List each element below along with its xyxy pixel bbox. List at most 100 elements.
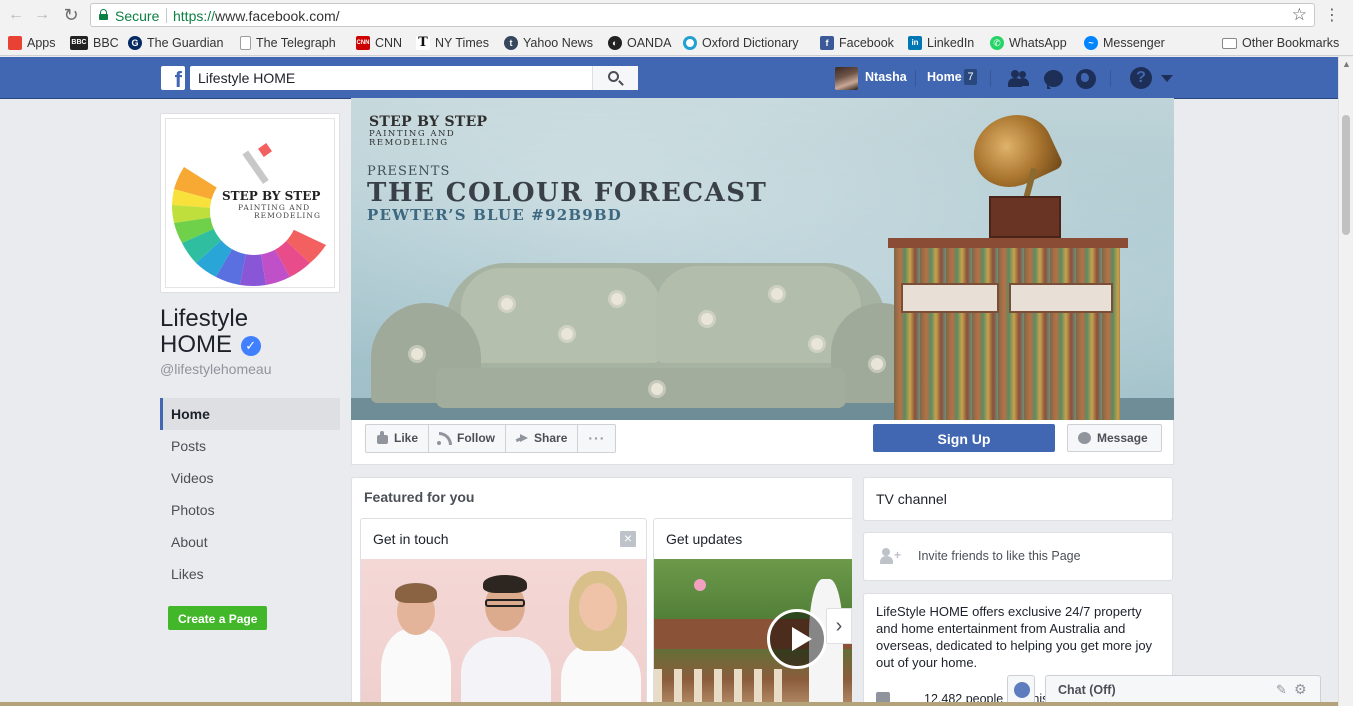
close-icon[interactable]: × bbox=[620, 531, 636, 547]
sidebar-item-about[interactable]: About bbox=[160, 526, 340, 558]
notifications-globe-icon[interactable] bbox=[1075, 68, 1097, 90]
facebook-icon: f bbox=[820, 36, 834, 50]
forward-arrow-icon[interactable]: → bbox=[33, 6, 51, 24]
page-scrollbar[interactable]: ▲ bbox=[1338, 57, 1353, 706]
sign-up-button[interactable]: Sign Up bbox=[873, 424, 1055, 452]
carousel-next-arrow-icon[interactable]: › bbox=[826, 608, 852, 644]
sofa-flower bbox=[611, 293, 623, 305]
gramophone-box bbox=[989, 196, 1061, 238]
featured-card-get-in-touch[interactable]: Get in touch × bbox=[360, 518, 647, 705]
home-link[interactable]: Home bbox=[927, 70, 962, 84]
more-options-button[interactable]: ··· bbox=[578, 425, 615, 452]
scrollbar-thumb[interactable] bbox=[1342, 115, 1350, 235]
sidebar-item-videos[interactable]: Videos bbox=[160, 462, 340, 494]
like-label: Like bbox=[394, 431, 419, 445]
page-profile-picture[interactable]: STEP BY STEP PAINTING AND REMODELING bbox=[160, 113, 340, 293]
sidebar-item-photos[interactable]: Photos bbox=[160, 494, 340, 526]
whatsapp-icon: ✆ bbox=[990, 36, 1004, 50]
bookmark-apps[interactable]: Apps bbox=[8, 35, 56, 51]
address-bar[interactable]: Secure https://www.facebook.com/ ☆ bbox=[90, 3, 1315, 27]
search-button[interactable] bbox=[592, 66, 638, 90]
bookmark-yahoo-news[interactable]: t Yahoo News bbox=[504, 35, 593, 51]
rose-flower bbox=[694, 579, 706, 591]
person-middle bbox=[461, 637, 551, 705]
about-description: LifeStyle HOME offers exclusive 24/7 pro… bbox=[876, 604, 1153, 670]
card-title: Get updates bbox=[666, 531, 743, 547]
bookmark-star-icon[interactable]: ☆ bbox=[1292, 5, 1307, 25]
like-button[interactable]: Like bbox=[366, 425, 430, 452]
create-page-button[interactable]: Create a Page bbox=[168, 606, 268, 630]
reload-icon[interactable]: ↻ bbox=[62, 6, 80, 24]
bookmark-cnn[interactable]: CNN CNN bbox=[356, 35, 402, 51]
url-protocol: https:// bbox=[173, 8, 216, 24]
page-icon bbox=[240, 36, 251, 50]
verified-badge-icon: ✓ bbox=[240, 336, 261, 356]
tumblr-icon: t bbox=[504, 36, 518, 50]
sidebar-item-likes[interactable]: Likes bbox=[160, 558, 340, 590]
page-title-line1: Lifestyle bbox=[160, 305, 249, 332]
featured-card-get-updates[interactable]: Get updates bbox=[653, 518, 852, 705]
cover-photo[interactable]: STEP BY STEP PAINTING AND REMODELING PRE… bbox=[351, 98, 1174, 420]
bookmark-linkedin[interactable]: in LinkedIn bbox=[908, 35, 974, 51]
bookmark-label: Other Bookmarks bbox=[1242, 36, 1340, 50]
page-sidebar-nav: Home Posts Videos Photos About Likes bbox=[160, 398, 340, 590]
featured-section: Featured for you Get in touch × Get upda… bbox=[351, 477, 852, 706]
bookmark-whatsapp[interactable]: ✆ WhatsApp bbox=[990, 35, 1067, 51]
avatar[interactable] bbox=[835, 67, 858, 90]
browser-menu-icon[interactable]: ⋮ bbox=[1324, 5, 1340, 25]
url-text[interactable]: https://www.facebook.com/ bbox=[173, 8, 340, 24]
sofa-flower bbox=[411, 348, 423, 360]
page-actions-group: Like Follow Share ··· bbox=[365, 424, 617, 453]
bookmark-label: Apps bbox=[27, 36, 56, 50]
messenger-icon bbox=[1078, 432, 1091, 444]
person-right bbox=[561, 643, 641, 705]
sidebar-item-posts[interactable]: Posts bbox=[160, 430, 340, 462]
bookmark-bbc[interactable]: BBC BBC bbox=[70, 35, 119, 51]
bookmark-guardian[interactable]: G The Guardian bbox=[128, 35, 223, 51]
play-video-icon[interactable] bbox=[767, 609, 827, 669]
cover-title: THE COLOUR FORECAST bbox=[367, 178, 768, 208]
bookmark-telegraph[interactable]: The Telegraph bbox=[240, 35, 336, 51]
search-input[interactable] bbox=[190, 66, 590, 90]
thumbs-up-icon bbox=[376, 431, 389, 445]
bookmark-messenger[interactable]: ~ Messenger bbox=[1084, 35, 1165, 51]
bookmark-label: CNN bbox=[375, 36, 403, 50]
scroll-up-icon[interactable]: ▲ bbox=[1342, 59, 1351, 69]
share-arrow-icon bbox=[516, 432, 529, 445]
cabinet-drawer bbox=[901, 283, 999, 313]
invite-friends-text: Invite friends to like this Page bbox=[918, 549, 1081, 563]
bookmarks-bar: Apps BBC BBC G The Guardian The Telegraph … bbox=[0, 31, 1353, 56]
bookmark-nytimes[interactable]: T NY Times bbox=[416, 35, 489, 51]
messages-icon[interactable] bbox=[1043, 68, 1065, 90]
sidebar-item-home[interactable]: Home bbox=[160, 398, 340, 430]
message-button[interactable]: Message bbox=[1067, 424, 1162, 452]
facebook-logo-icon[interactable]: f bbox=[161, 66, 185, 90]
bookmark-label: BBC bbox=[93, 36, 119, 50]
new-message-icon[interactable]: ✎ bbox=[1276, 682, 1287, 698]
tv-channel-card[interactable]: TV channel bbox=[863, 477, 1173, 521]
back-arrow-icon[interactable]: ← bbox=[7, 6, 25, 24]
help-icon[interactable]: ? bbox=[1130, 67, 1152, 89]
bookmark-facebook[interactable]: f Facebook bbox=[820, 35, 894, 51]
bookmark-oxford[interactable]: Oxford Dictionary bbox=[683, 35, 799, 51]
share-button[interactable]: Share bbox=[506, 425, 579, 452]
profile-link[interactable]: Ntasha bbox=[865, 70, 907, 84]
bookmark-oanda[interactable]: ◐ OANDA bbox=[608, 35, 671, 51]
follow-button[interactable]: Follow bbox=[429, 425, 507, 452]
invite-friends-card[interactable]: + Invite friends to like this Page bbox=[863, 532, 1173, 581]
bookmark-label: Messenger bbox=[1103, 36, 1165, 50]
header-divider bbox=[915, 70, 916, 87]
gear-icon[interactable]: ⚙ bbox=[1294, 681, 1307, 698]
person-middle-hair bbox=[483, 575, 527, 593]
cabinet-top bbox=[888, 238, 1128, 248]
other-bookmarks[interactable]: Other Bookmarks bbox=[1222, 35, 1339, 51]
account-menu-caret-icon[interactable] bbox=[1161, 75, 1173, 82]
page-title[interactable]: Lifestyle HOME ✓ bbox=[160, 306, 340, 358]
page-handle[interactable]: @lifestylehomeau bbox=[160, 361, 272, 377]
sofa-flower bbox=[871, 358, 883, 370]
browser-toolbar: ← → ↻ Secure https://www.facebook.com/ ☆… bbox=[0, 0, 1353, 31]
cover-presents: PRESENTS bbox=[367, 164, 451, 179]
sofa-flower bbox=[651, 383, 663, 395]
friend-requests-icon[interactable] bbox=[1007, 68, 1029, 90]
person-right-head bbox=[579, 583, 617, 631]
